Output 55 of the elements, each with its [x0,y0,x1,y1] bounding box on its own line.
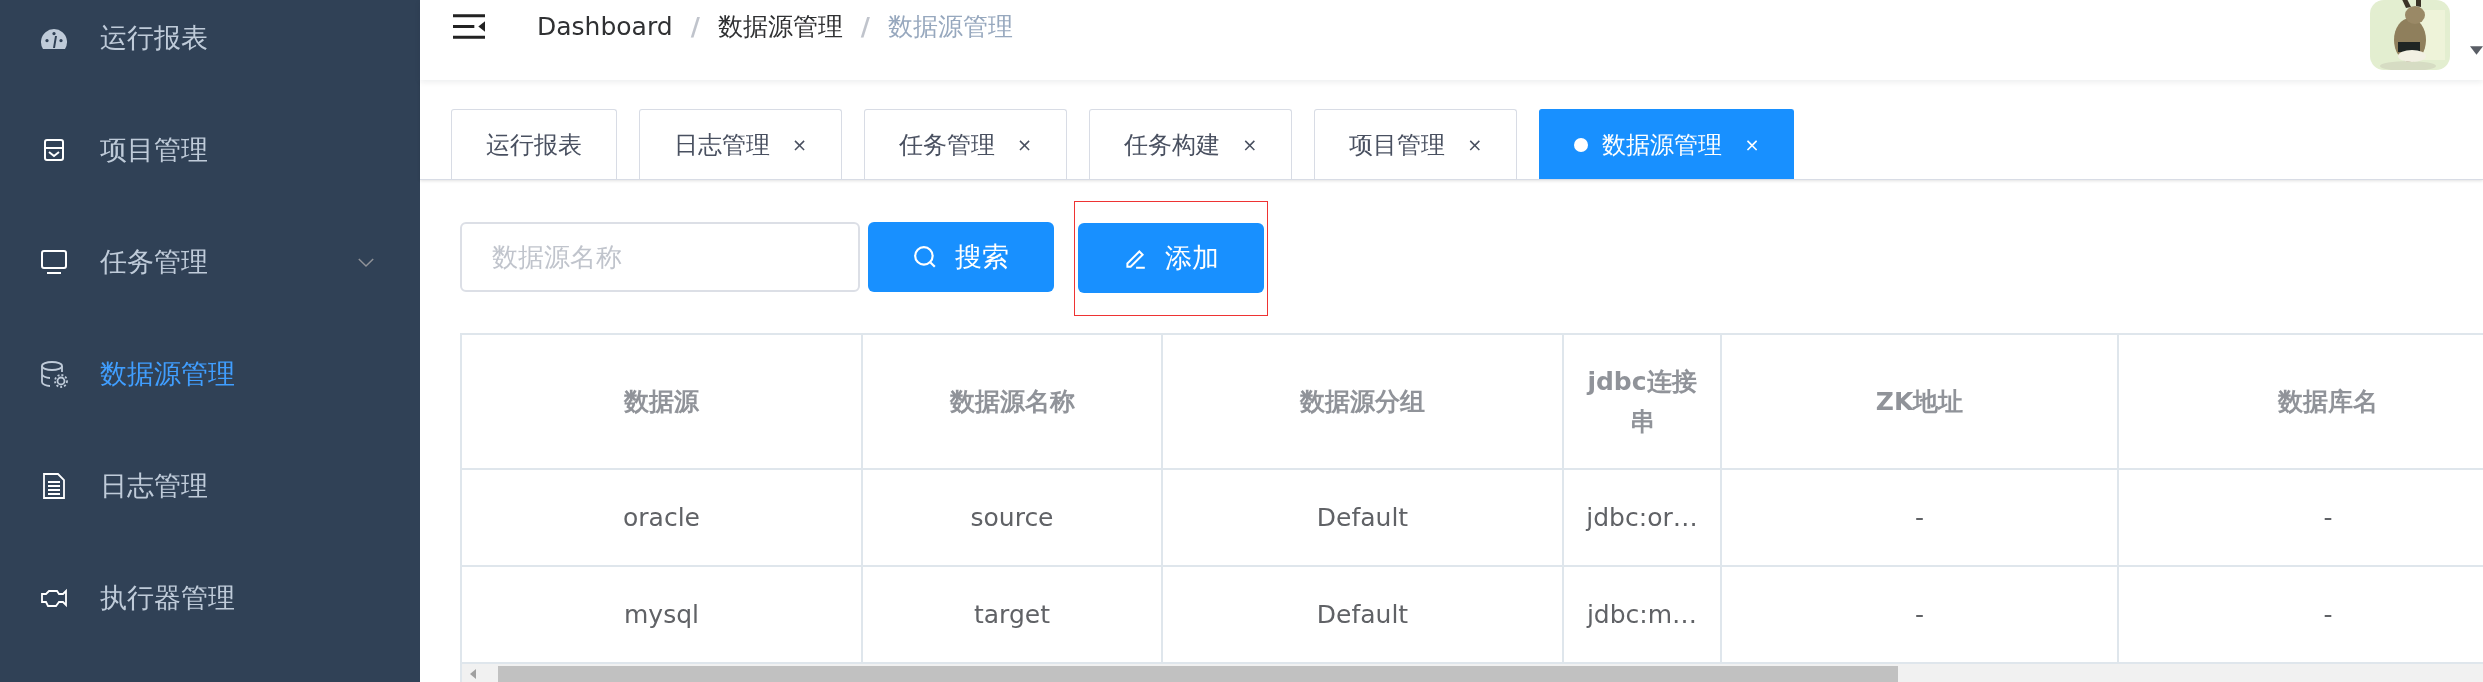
breadcrumb-separator: / [860,11,870,41]
sidebar-item[interactable]: 项目管理 [0,94,420,206]
close-icon[interactable]: × [792,134,808,155]
menu-icon[interactable] [453,12,485,40]
table-cell: source [863,470,1163,565]
column-header: 数据库名 [2119,335,2483,468]
tab-label: 任务构建 [1124,129,1221,161]
tab[interactable]: 任务构建 × [1089,109,1293,179]
chevron-down-icon [357,256,375,268]
breadcrumb-link[interactable]: 数据源管理 [717,9,843,43]
database-gear-icon [40,360,68,388]
active-dot-icon [1574,137,1589,152]
breadcrumb-separator: / [690,11,700,41]
column-header: jdbc连接串 [1564,335,1722,468]
column-header: 数据源分组 [1163,335,1564,468]
breadcrumb-item: 数据源管理 [887,10,1013,43]
table-cell: target [863,567,1163,662]
table-cell: - [1722,567,2119,662]
table-cell: Default [1163,567,1564,662]
table-cell: mysql [462,567,863,662]
tab[interactable]: 运行报表 [451,109,617,179]
search-field[interactable]: 数据源名称 [460,222,860,292]
tab-label: 运行报表 [486,129,582,161]
column-header: 数据源 [462,335,863,468]
tab-label: 数据源管理 [1602,129,1723,161]
sidebar-item[interactable]: 任务管理 [0,206,420,318]
horizontal-scrollbar[interactable] [462,664,2483,682]
close-icon[interactable]: × [1017,134,1033,155]
column-header: 数据源名称 [863,335,1163,468]
scrollbar-thumb[interactable] [498,666,1898,682]
tab-label: 任务管理 [899,129,996,161]
breadcrumb-link[interactable]: Dashboard [537,11,673,41]
monitor-icon [40,248,68,276]
table-cell: - [2119,567,2483,662]
sidebar-item[interactable]: 执行器管理 [0,542,420,654]
table-cell: - [2119,470,2483,565]
tab[interactable]: 项目管理 × [1314,109,1518,179]
table-cell: Default [1163,470,1564,565]
tab-label: 日志管理 [674,129,770,161]
sidebar-item[interactable]: 运行报表 [0,0,420,94]
tab-label: 项目管理 [1349,129,1446,161]
tab[interactable]: 任务管理 × [864,109,1068,179]
table-cell: - [1722,470,2119,565]
sidebar-item[interactable]: 日志管理 [0,430,420,542]
table-cell: jdbc:or… [1564,470,1722,565]
column-header: ZK地址 [1722,335,2119,468]
close-icon[interactable]: × [1467,134,1483,155]
table-cell: oracle [462,470,863,565]
search-icon [913,245,937,269]
caret-down-icon[interactable] [2470,46,2483,55]
tab[interactable]: 日志管理 × [639,109,843,179]
close-icon[interactable]: × [1242,134,1258,155]
sidebar-item[interactable]: 数据源管理 [0,318,420,430]
table-cell: jdbc:m… [1564,567,1722,662]
document-icon [40,472,68,500]
